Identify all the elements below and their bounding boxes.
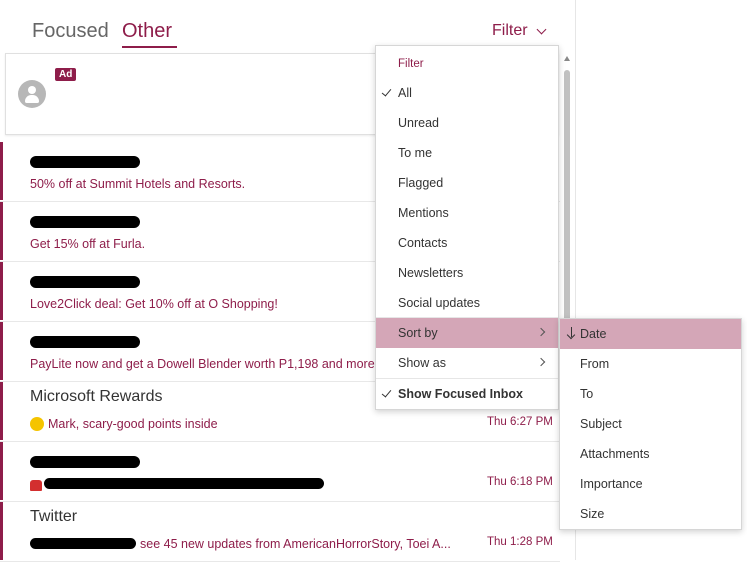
unread-indicator (0, 202, 3, 260)
sort-item-label: Importance (580, 477, 643, 491)
arrow-down-icon (566, 327, 576, 340)
checkmark-icon (381, 387, 392, 398)
unread-indicator (0, 262, 3, 320)
show-focused-inbox-label: Show Focused Inbox (398, 387, 524, 401)
tab-other[interactable]: Other (122, 20, 172, 43)
sort-item-label: To (580, 387, 594, 401)
filter-item-flagged[interactable]: Flagged (376, 168, 558, 198)
redacted-sender (30, 456, 140, 468)
filter-item-label: Mentions (398, 206, 449, 220)
tab-focused[interactable]: Focused (32, 20, 109, 43)
show-as-item[interactable]: Show as (376, 348, 558, 378)
sort-item-attachments[interactable]: Attachments (560, 439, 741, 469)
sort-item-date[interactable]: Date (560, 319, 741, 349)
sort-item-from[interactable]: From (560, 349, 741, 379)
siren-emoji-icon (30, 480, 42, 491)
filter-item-label: Unread (398, 116, 439, 130)
redacted-preview (30, 538, 136, 549)
unread-indicator (0, 442, 3, 500)
unread-indicator (0, 502, 3, 560)
sort-by-label: Sort by (398, 326, 438, 340)
sort-item-label: Subject (580, 417, 622, 431)
filter-item-label: All (398, 86, 412, 100)
show-as-label: Show as (398, 356, 446, 370)
list-item[interactable]: Thu 6:18 PM (0, 442, 560, 502)
message-preview: Get 15% off at Furla. (30, 237, 146, 251)
filter-menu: Filter All Unread To me Flagged Mentions… (375, 45, 559, 410)
message-time: Thu 6:27 PM (487, 416, 553, 428)
message-sender: Twitter (30, 508, 78, 525)
chevron-down-icon (536, 24, 547, 34)
filter-item-label: Flagged (398, 176, 444, 190)
redacted-sender (30, 216, 140, 228)
message-preview: 50% off at Summit Hotels and Resorts. (30, 177, 246, 191)
message-preview: PayLite now and get a Dowell Blender wor… (30, 357, 379, 371)
filter-item-label: Newsletters (398, 266, 464, 280)
filter-item-to-me[interactable]: To me (376, 138, 558, 168)
filter-item-label: Social updates (398, 296, 481, 310)
message-preview: see 45 new updates from AmericanHorrorSt… (140, 537, 451, 551)
filter-item-all[interactable]: All (376, 78, 558, 108)
filter-item-label: To me (398, 146, 433, 160)
filter-menu-header: Filter (376, 48, 558, 78)
redacted-sender (30, 276, 140, 288)
message-time: Thu 1:28 PM (487, 536, 553, 548)
filter-button-label: Filter (492, 22, 528, 39)
sort-item-size[interactable]: Size (560, 499, 741, 529)
unread-indicator (0, 322, 3, 380)
redacted-preview (44, 478, 324, 489)
unread-indicator (0, 142, 3, 200)
filter-item-mentions[interactable]: Mentions (376, 198, 558, 228)
sort-item-label: From (580, 357, 610, 371)
avatar-icon (18, 80, 46, 108)
sort-item-importance[interactable]: Importance (560, 469, 741, 499)
filter-item-unread[interactable]: Unread (376, 108, 558, 138)
active-tab-indicator (122, 46, 177, 48)
ad-badge: Ad (55, 68, 77, 81)
chevron-right-icon (536, 357, 546, 367)
message-preview-wrapper: Mark, scary-good points inside (30, 417, 218, 431)
unread-indicator (0, 382, 3, 440)
sort-item-to[interactable]: To (560, 379, 741, 409)
show-focused-inbox-item[interactable]: Show Focused Inbox (376, 379, 558, 409)
filter-button[interactable]: Filter (492, 22, 547, 40)
filter-menu-header-label: Filter (398, 58, 424, 70)
message-sender: Microsoft Rewards (30, 388, 163, 405)
redacted-sender (30, 156, 140, 168)
filter-item-contacts[interactable]: Contacts (376, 228, 558, 258)
message-preview: Love2Click deal: Get 10% off at O Shoppi… (30, 297, 278, 311)
scream-emoji-icon (30, 417, 44, 431)
sort-item-label: Attachments (580, 447, 650, 461)
sort-item-label: Size (580, 507, 605, 521)
list-item[interactable]: Twitter see 45 new updates from American… (0, 502, 560, 562)
sort-by-item[interactable]: Sort by (376, 318, 558, 348)
filter-item-label: Contacts (398, 236, 448, 250)
checkmark-icon (381, 86, 392, 97)
redacted-sender (30, 336, 140, 348)
filter-item-newsletters[interactable]: Newsletters (376, 258, 558, 288)
chevron-right-icon (536, 327, 546, 337)
scroll-up-icon[interactable] (564, 56, 570, 61)
sort-item-label: Date (580, 327, 607, 341)
sort-item-subject[interactable]: Subject (560, 409, 741, 439)
scroll-thumb[interactable] (564, 70, 570, 350)
sort-by-submenu: Date From To Subject Attachments Importa… (559, 318, 742, 530)
filter-item-social-updates[interactable]: Social updates (376, 288, 558, 318)
message-time: Thu 6:18 PM (487, 476, 553, 488)
message-preview: Mark, scary-good points inside (48, 417, 218, 431)
